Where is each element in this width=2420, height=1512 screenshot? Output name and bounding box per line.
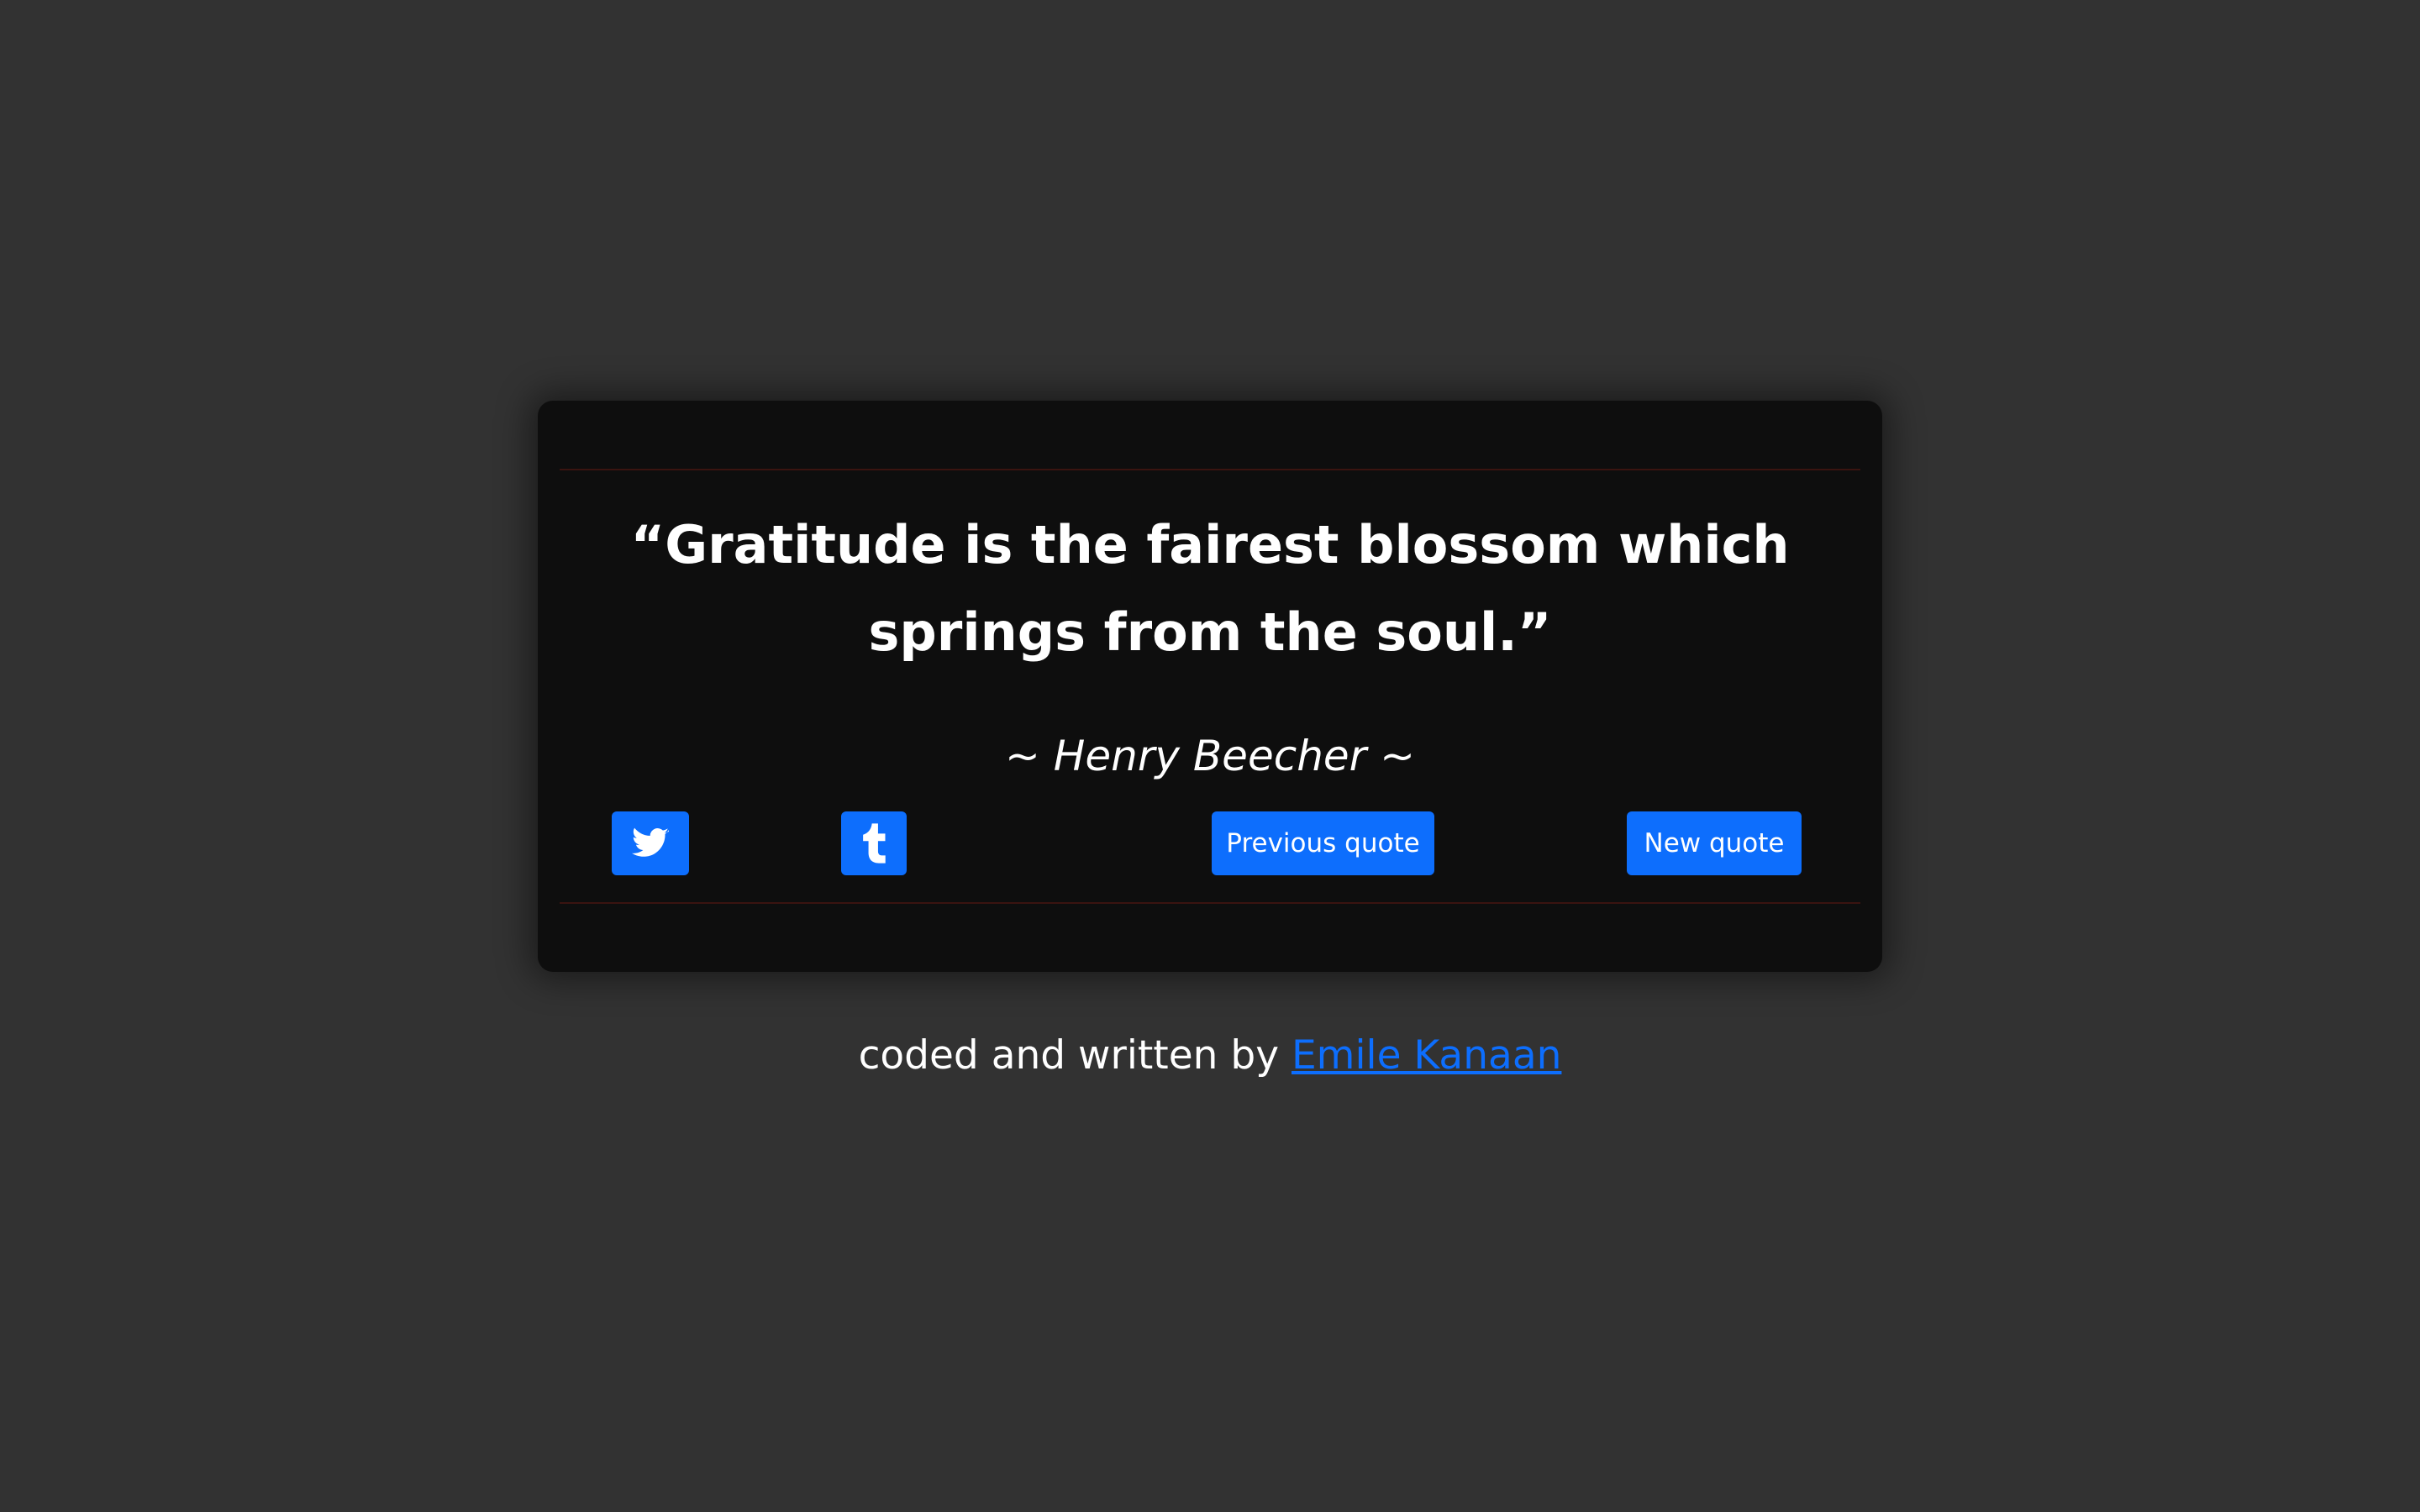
tumblr-icon	[861, 823, 886, 864]
quote-text: “Gratitude is the fairest blossom which …	[630, 514, 1790, 663]
tweet-quote-button[interactable]	[612, 811, 689, 875]
new-quote-button[interactable]: New quote	[1627, 811, 1802, 875]
bottom-divider	[560, 902, 1860, 904]
previous-quote-button[interactable]: Previous quote	[1212, 811, 1434, 875]
footer-prefix: coded and written by	[858, 1032, 1292, 1079]
tumblr-quote-button[interactable]	[841, 811, 907, 875]
twitter-icon	[632, 827, 669, 859]
page: “Gratitude is the fairest blossom which …	[0, 0, 2420, 1512]
footer-credit: coded and written by Emile Kanaan	[0, 1026, 2420, 1085]
top-divider	[560, 469, 1860, 470]
quote-box: “Gratitude is the fairest blossom which …	[538, 401, 1882, 972]
author-link[interactable]: Emile Kanaan	[1292, 1032, 1561, 1079]
quote-author: ~ Henry Beecher ~	[1005, 732, 1415, 780]
